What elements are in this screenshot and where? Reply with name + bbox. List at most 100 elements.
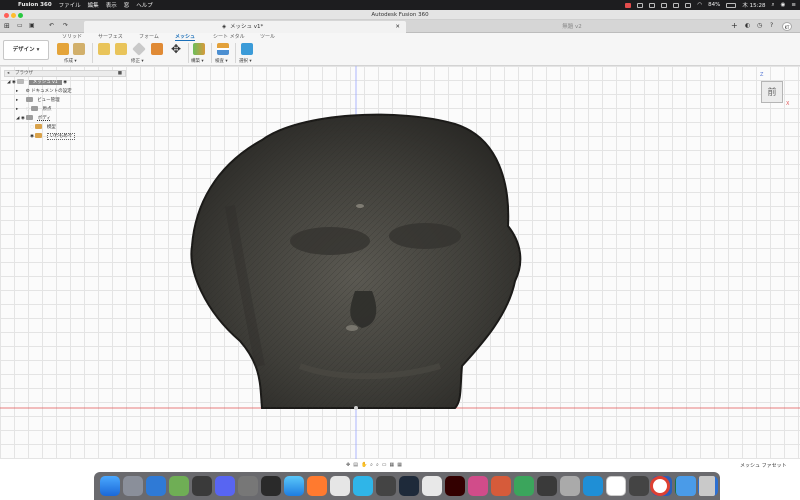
app-icon[interactable] — [261, 476, 281, 496]
plane-cut-icon[interactable] — [132, 42, 146, 56]
pan-icon[interactable]: ✋ — [361, 462, 367, 468]
status-icon[interactable] — [661, 2, 668, 8]
illustrator-icon[interactable] — [445, 476, 465, 496]
visibility-icon[interactable]: ◉ — [12, 80, 16, 85]
save-icon[interactable]: ▣ — [29, 22, 35, 29]
menubar-clock[interactable]: 木 15:28 — [742, 1, 765, 9]
viewports-icon[interactable]: ▦ — [397, 462, 402, 468]
select-icon[interactable] — [241, 43, 253, 55]
measure-icon[interactable] — [217, 43, 229, 55]
app-icon[interactable] — [629, 476, 649, 496]
menu-list-icon[interactable]: ≡ — [791, 2, 796, 8]
record-icon[interactable] — [625, 2, 632, 8]
app-icon[interactable] — [514, 476, 534, 496]
visibility-off-icon[interactable]: ◌ — [26, 107, 30, 112]
visibility-off-icon[interactable]: ◌ — [30, 125, 34, 130]
pycharm-icon[interactable] — [399, 476, 419, 496]
tab-tools[interactable]: ツール — [260, 33, 275, 40]
visibility-icon[interactable]: ◉ — [21, 116, 25, 121]
tab-form[interactable]: フォーム — [139, 33, 159, 40]
extensions-icon[interactable]: ◐ — [745, 22, 750, 29]
help-icon[interactable]: ? — [770, 22, 773, 29]
remesh-icon[interactable] — [98, 43, 110, 55]
tab-inactive-document[interactable]: 無題 v2 — [408, 21, 726, 33]
minimize-window-button[interactable] — [11, 12, 16, 18]
collapse-icon[interactable]: ◂ — [7, 71, 9, 77]
close-tab-icon[interactable]: ✕ — [395, 21, 400, 33]
folder-icon[interactable] — [676, 476, 696, 496]
look-at-icon[interactable]: ▤ — [353, 462, 358, 468]
menu-app-name[interactable]: Fusion 360 — [18, 2, 52, 8]
status-icon[interactable] — [685, 2, 692, 8]
menu-edit[interactable]: 編集 — [88, 1, 99, 9]
safari-icon[interactable] — [284, 476, 304, 496]
menu-file[interactable]: ファイル — [59, 1, 81, 9]
redo-icon[interactable]: ↷ — [63, 22, 68, 29]
expand-icon[interactable]: ◢ — [16, 116, 19, 121]
app-icon[interactable] — [583, 476, 603, 496]
construct-plane-icon[interactable] — [193, 43, 205, 55]
app-icon[interactable] — [169, 476, 189, 496]
workspace-switcher[interactable]: デザイン ▾ — [3, 40, 49, 60]
app-icon[interactable] — [376, 476, 396, 496]
app-icon[interactable] — [330, 476, 350, 496]
expand-icon[interactable]: ▸ — [16, 107, 18, 112]
new-tab-icon[interactable]: + — [731, 21, 738, 30]
create-form-icon[interactable] — [73, 43, 85, 55]
tab-surface[interactable]: サーフェス — [98, 33, 123, 40]
tab-mesh[interactable]: メッシュ — [175, 33, 196, 41]
mesh-model[interactable] — [190, 113, 522, 409]
browser-item-mesh-body-2[interactable]: ◉ いわもめ々 — [30, 133, 76, 141]
browser-item-root[interactable]: ◢ ◉ メッシュ v1 ◉ — [7, 79, 67, 87]
search-icon[interactable]: ⌕ — [771, 2, 774, 9]
menu-window[interactable]: 窓 — [124, 1, 130, 9]
browser-item-mesh-body[interactable]: ◌ 模型 — [30, 124, 56, 132]
expand-icon[interactable]: ▸ — [16, 89, 18, 94]
tab-solid[interactable]: ソリッド — [62, 33, 82, 40]
app-icon[interactable] — [537, 476, 557, 496]
control-center-icon[interactable]: ◉ — [781, 2, 786, 8]
browser-item-origin[interactable]: ▸ ◌ 原点 — [16, 106, 52, 114]
app-icon[interactable] — [238, 476, 258, 496]
app-icon[interactable] — [560, 476, 580, 496]
browser-item-document-settings[interactable]: ▸ ⚙ ドキュメントの設定 — [16, 88, 72, 96]
viewcube[interactable]: 前 — [761, 81, 783, 103]
reduce-icon[interactable] — [115, 43, 127, 55]
insert-mesh-icon[interactable] — [57, 43, 69, 55]
clock-icon[interactable]: ◷ — [757, 22, 762, 29]
pin-icon[interactable]: ■ — [118, 71, 122, 77]
status-icon[interactable] — [673, 2, 680, 8]
trash-icon[interactable] — [699, 476, 715, 496]
launchpad-icon[interactable] — [123, 476, 143, 496]
expand-icon[interactable]: ◢ — [7, 80, 10, 85]
app-icon[interactable] — [491, 476, 511, 496]
browser-item-named-views[interactable]: ▸ ビュー管理 — [16, 97, 60, 105]
browser-item-bodies[interactable]: ◢ ◉ ボディ — [16, 115, 51, 123]
app-icon[interactable] — [422, 476, 442, 496]
menu-view[interactable]: 表示 — [106, 1, 117, 9]
file-icon[interactable]: ▭ — [17, 22, 23, 29]
tab-sheet-metal[interactable]: シート メタル — [213, 33, 245, 40]
discord-icon[interactable] — [215, 476, 235, 496]
battery-icon[interactable] — [726, 2, 737, 8]
vscode-icon[interactable] — [146, 476, 166, 496]
grid-menu-icon[interactable]: ⊞ — [4, 22, 10, 30]
app-icon[interactable] — [192, 476, 212, 496]
zoom-window-button[interactable] — [18, 12, 23, 18]
visibility-icon[interactable]: ◉ — [30, 134, 34, 139]
undo-icon[interactable]: ↶ — [49, 22, 54, 29]
wifi-icon[interactable]: ◠ — [697, 2, 702, 8]
grid-settings-icon[interactable]: ▦ — [390, 462, 395, 468]
tab-active-document[interactable]: ◈ メッシュ v1* ✕ — [84, 21, 406, 33]
status-icon[interactable] — [649, 2, 656, 8]
user-avatar[interactable]: KT — [782, 22, 792, 31]
status-icon[interactable] — [637, 2, 644, 8]
shell-icon[interactable] — [151, 43, 163, 55]
fusion-icon[interactable] — [307, 476, 327, 496]
app-icon[interactable] — [468, 476, 488, 496]
zoom-icon[interactable]: ⌕ — [370, 462, 373, 468]
chrome-icon[interactable] — [606, 476, 626, 496]
finder-icon[interactable] — [100, 476, 120, 496]
orbit-icon[interactable]: ✥ — [346, 462, 350, 468]
app-icon[interactable] — [353, 476, 373, 496]
